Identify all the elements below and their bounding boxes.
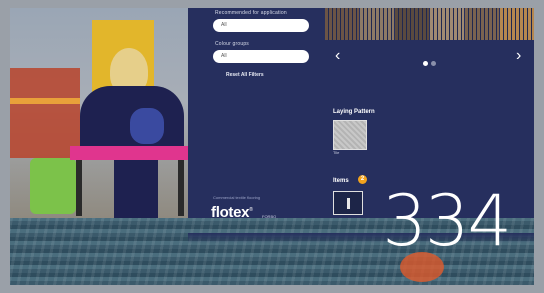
field1-label: Recommended for application	[215, 10, 287, 16]
pink-table	[70, 146, 188, 160]
items-title: Items	[333, 178, 349, 184]
product-swatch[interactable]	[465, 8, 499, 40]
pagination-dot-active[interactable]	[423, 61, 428, 66]
colour-group-select[interactable]: All	[213, 50, 309, 63]
person-legs	[114, 158, 158, 218]
application-filter-select[interactable]: All	[213, 19, 309, 32]
green-stool	[30, 158, 76, 214]
product-swatch[interactable]	[325, 8, 359, 40]
brand-caption: Commercial textile flooring	[213, 195, 261, 200]
carousel-pagination	[423, 53, 439, 71]
room-photo	[10, 8, 188, 218]
reset-filters-button[interactable]: Reset All Filters	[226, 72, 264, 78]
product-swatch[interactable]	[430, 8, 464, 40]
wall-panel-red	[10, 68, 80, 158]
chevron-left-icon[interactable]: ‹	[335, 48, 340, 64]
product-swatch-strip	[325, 8, 534, 40]
product-swatch[interactable]	[395, 8, 429, 40]
child	[130, 108, 164, 144]
chevron-right-icon[interactable]: ›	[516, 48, 521, 64]
laying-pattern-title: Laying Pattern	[333, 109, 375, 115]
item-icon	[347, 198, 350, 209]
item-thumbnail[interactable]	[333, 191, 363, 215]
table-leg	[178, 160, 184, 216]
shelf	[10, 98, 80, 104]
table-leg	[76, 160, 82, 216]
field2-label: Colour groups	[215, 41, 250, 47]
pagination-dot[interactable]	[431, 61, 436, 66]
product-swatch[interactable]	[360, 8, 394, 40]
laying-pattern-option[interactable]	[333, 120, 367, 150]
laying-pattern-option-label: Tile	[333, 150, 340, 155]
brand-superscript: ®	[249, 207, 253, 213]
product-swatch[interactable]	[500, 8, 534, 40]
items-count-badge: 2	[358, 175, 367, 184]
page-number-overlay: 334	[382, 180, 512, 262]
